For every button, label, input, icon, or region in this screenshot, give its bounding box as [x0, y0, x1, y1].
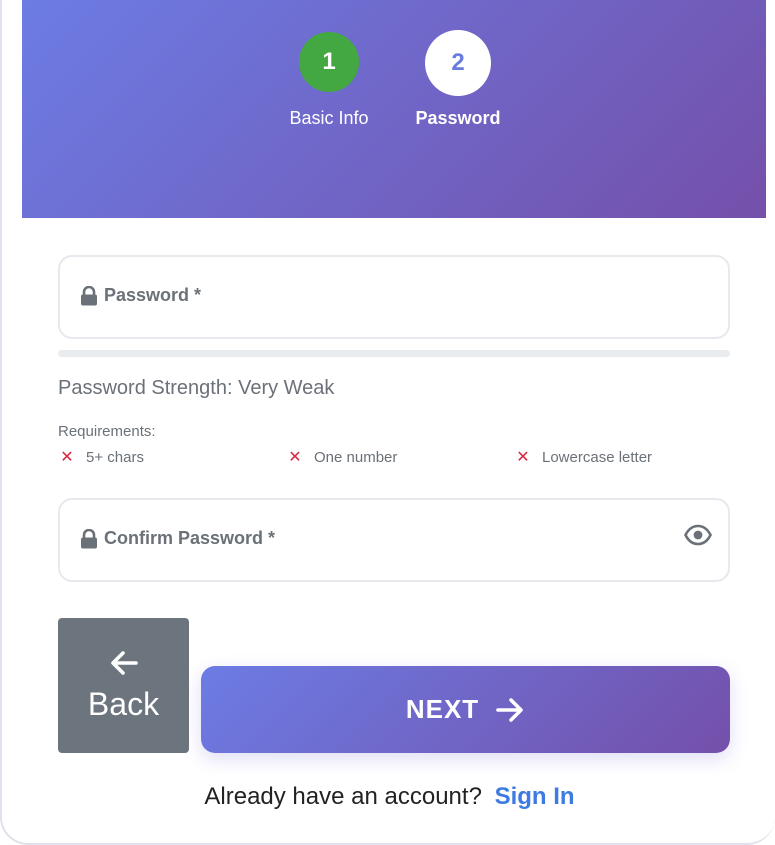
requirement-label: 5+ chars	[86, 448, 144, 466]
arrow-right-icon	[496, 697, 523, 722]
confirm-password-label-text: Confirm Password *	[104, 528, 276, 548]
back-button-label: Back	[87, 686, 160, 722]
password-strength-bar	[58, 350, 730, 357]
lock-icon	[81, 528, 97, 548]
step-basic-info[interactable]: 1 Basic Info	[269, 32, 389, 129]
next-button[interactable]: NEXT	[201, 666, 730, 753]
step-1-label: Basic Info	[289, 108, 369, 128]
requirement-label: One number	[314, 448, 398, 466]
password-label-text: Password *	[104, 285, 202, 305]
stepper-header: 1 Basic Info 2 Password	[22, 0, 766, 218]
lock-icon	[81, 285, 97, 305]
confirm-password-field-label: Confirm Password *	[80, 528, 275, 549]
password-strength-text: Password Strength: Very Weak	[58, 377, 335, 399]
password-field-label: Password *	[80, 285, 201, 306]
signin-prompt-text: Already have an account?	[204, 783, 482, 810]
requirement-label: Lowercase letter	[542, 448, 653, 466]
signin-prompt: Already have an account? Sign In	[2, 783, 775, 811]
step-2-circle: 2	[425, 30, 491, 96]
x-icon: ✕	[288, 449, 302, 466]
arrow-left-icon	[110, 651, 138, 675]
requirement-item: ✕ Lowercase letter	[514, 447, 652, 467]
confirm-password-field[interactable]: Confirm Password *	[58, 498, 730, 582]
password-field[interactable]: Password *	[58, 255, 730, 339]
requirement-item: ✕ One number	[286, 447, 397, 467]
x-icon: ✕	[60, 449, 74, 466]
back-button[interactable]: Back	[58, 618, 189, 753]
step-password[interactable]: 2 Password	[398, 30, 518, 129]
stepper: 1 Basic Info 2 Password	[22, 0, 766, 218]
next-button-label: NEXT	[405, 694, 480, 724]
sign-in-link[interactable]: Sign In	[495, 783, 575, 810]
eye-icon[interactable]	[684, 524, 712, 546]
step-2-label: Password	[415, 108, 501, 128]
step-1-circle: 1	[299, 32, 359, 92]
registration-card: 1 Basic Info 2 Password Password * Passw…	[0, 0, 775, 845]
x-icon: ✕	[516, 449, 530, 466]
requirements-title: Requirements:	[58, 423, 156, 440]
requirement-item: ✕ 5+ chars	[58, 447, 144, 467]
